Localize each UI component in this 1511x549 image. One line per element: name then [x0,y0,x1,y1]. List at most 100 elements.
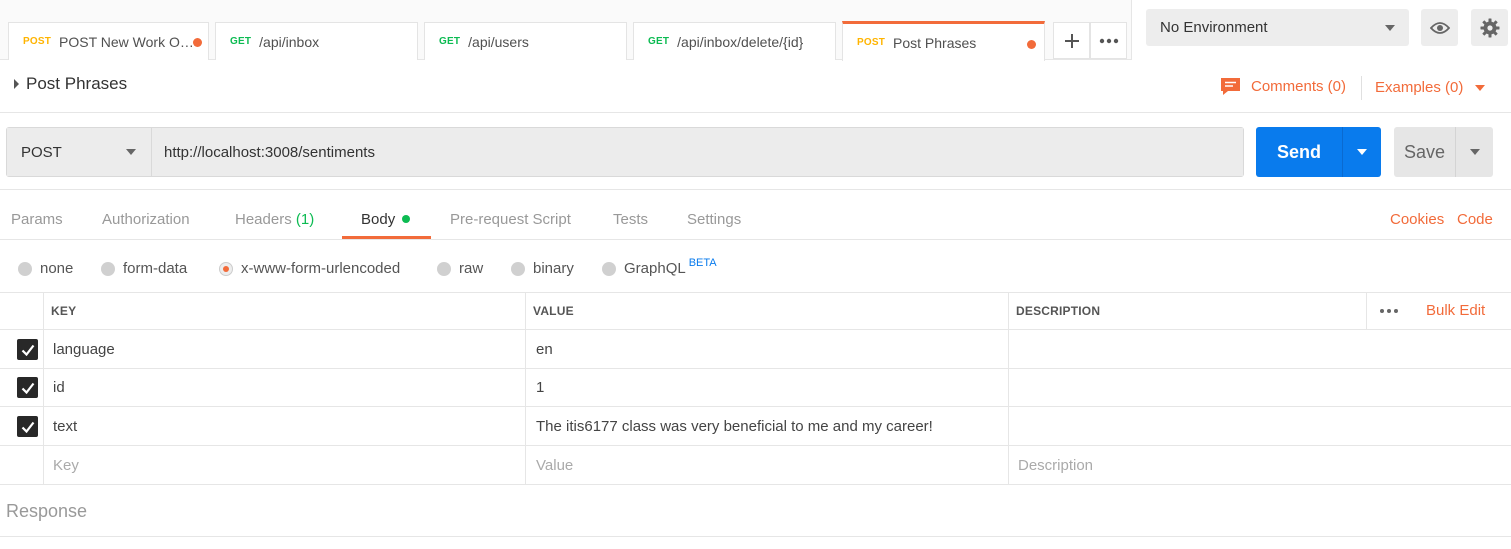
unsaved-indicator [1027,40,1036,49]
radio-icon [437,261,451,276]
tab-settings[interactable]: Settings [687,211,741,228]
method-select[interactable]: POST [7,128,152,176]
description-column-header: DESCRIPTION [1016,303,1101,318]
manage-environments-button[interactable] [1471,9,1508,46]
tab-get-api-users[interactable]: GET /api/users [424,22,627,60]
value-cell[interactable]: en [536,330,553,368]
body-type-graphql[interactable]: GraphQL BETA [602,256,717,277]
comment-icon [1221,78,1240,95]
send-label: Send [1276,141,1321,162]
examples-label: Examples (0) [1375,79,1464,96]
tab-get-api-inbox[interactable]: GET /api/inbox [215,22,418,60]
body-type-urlencoded[interactable]: x-www-form-urlencoded [219,260,400,277]
new-tab-button[interactable] [1053,22,1090,59]
send-options-button[interactable] [1342,127,1381,177]
comments-link[interactable]: Comments (0) [1220,77,1346,96]
radio-selected-icon [219,261,233,276]
url-bar: POST [6,127,1244,177]
cookies-link[interactable]: Cookies [1390,211,1444,228]
divider [0,112,1511,113]
environment-select[interactable]: No Environment [1146,9,1409,46]
row-checkbox[interactable] [17,339,38,360]
checkbox-checked-icon [21,344,34,356]
body-type-label: form-data [123,260,188,277]
method-label: POST [21,143,62,161]
value-placeholder[interactable]: Value [536,446,573,484]
request-tab-bar: POST POST New Work Or... GET /api/inbox … [0,0,1131,61]
comments-label: Comments (0) [1251,78,1347,95]
tab-options-button[interactable] [1090,22,1127,59]
radio-icon [602,261,616,276]
table-options-button[interactable] [1379,292,1399,329]
tab-authorization[interactable]: Authorization [102,211,190,228]
eye-icon [1429,21,1450,34]
environment-quick-look-button[interactable] [1421,9,1458,46]
beta-badge: BETA [688,256,717,269]
body-type-binary[interactable]: binary [511,260,574,277]
divider [43,292,44,485]
body-type-none[interactable]: none [18,260,73,277]
more-icon [1099,38,1118,43]
caret-down-icon [1469,149,1480,155]
radio-icon [511,261,525,276]
tab-get-api-inbox-delete[interactable]: GET /api/inbox/delete/{id} [633,22,836,60]
url-input[interactable] [152,128,1243,176]
caret-down-icon [126,149,136,155]
divider [1131,0,1132,60]
tab-tests[interactable]: Tests [613,211,648,228]
row-checkbox[interactable] [17,377,38,398]
caret-right-icon [14,79,19,89]
tab-pre-request-script[interactable]: Pre-request Script [450,211,571,228]
value-cell[interactable]: The itis6177 class was very beneficial t… [536,407,933,445]
tab-method: GET [230,36,252,47]
key-column-header: KEY [51,303,77,318]
headers-count: (1) [295,211,315,228]
radio-icon [18,261,32,276]
save-options-button[interactable] [1455,127,1493,177]
caret-down-icon [1475,84,1486,91]
divider [525,292,526,485]
save-label: Save [1403,141,1446,162]
bulk-edit-link[interactable]: Bulk Edit [1426,292,1485,329]
caret-down-icon [1385,25,1395,31]
unsaved-indicator [193,38,202,47]
divider [1008,292,1009,485]
value-cell[interactable]: 1 [536,369,544,406]
tab-label: /api/inbox/delete/{id} [677,33,804,50]
body-type-label: none [40,260,74,277]
radio-icon [101,261,115,276]
plus-icon [1064,33,1079,48]
checkbox-checked-icon [21,382,34,394]
description-placeholder[interactable]: Description [1018,446,1093,484]
tab-body[interactable]: Body [361,211,411,228]
examples-dropdown[interactable]: Examples (0) [1375,79,1486,96]
table-row: language en [0,330,1511,369]
tab-method: GET [648,36,670,47]
request-title: Post Phrases [26,74,128,93]
value-column-header: VALUE [533,303,574,318]
gear-icon [1480,18,1499,37]
environment-label: No Environment [1160,19,1268,36]
body-type-raw[interactable]: raw [437,260,483,277]
tab-method: POST [23,36,52,47]
tab-headers[interactable]: Headers (1) [235,211,314,228]
tab-post-new-work-order[interactable]: POST POST New Work Or... [8,22,209,60]
caret-down-icon [1357,149,1367,155]
key-placeholder[interactable]: Key [53,446,79,484]
divider [0,536,1511,537]
save-button[interactable]: Save [1394,127,1493,177]
code-link[interactable]: Code [1457,211,1493,228]
tab-method: POST [857,37,886,48]
tab-post-phrases[interactable]: POST Post Phrases [842,21,1045,61]
tab-label: /api/inbox [259,33,320,50]
request-name[interactable]: Post Phrases [14,74,127,94]
key-cell[interactable]: language [53,330,115,368]
row-checkbox[interactable] [17,416,38,437]
key-cell[interactable]: text [53,407,77,445]
tab-params[interactable]: Params [11,211,63,228]
key-cell[interactable]: id [53,369,65,406]
body-type-form-data[interactable]: form-data [101,260,187,277]
tab-label: POST New Work Or... [59,33,194,50]
body-type-label: raw [459,260,484,277]
send-button[interactable]: Send [1256,127,1381,177]
